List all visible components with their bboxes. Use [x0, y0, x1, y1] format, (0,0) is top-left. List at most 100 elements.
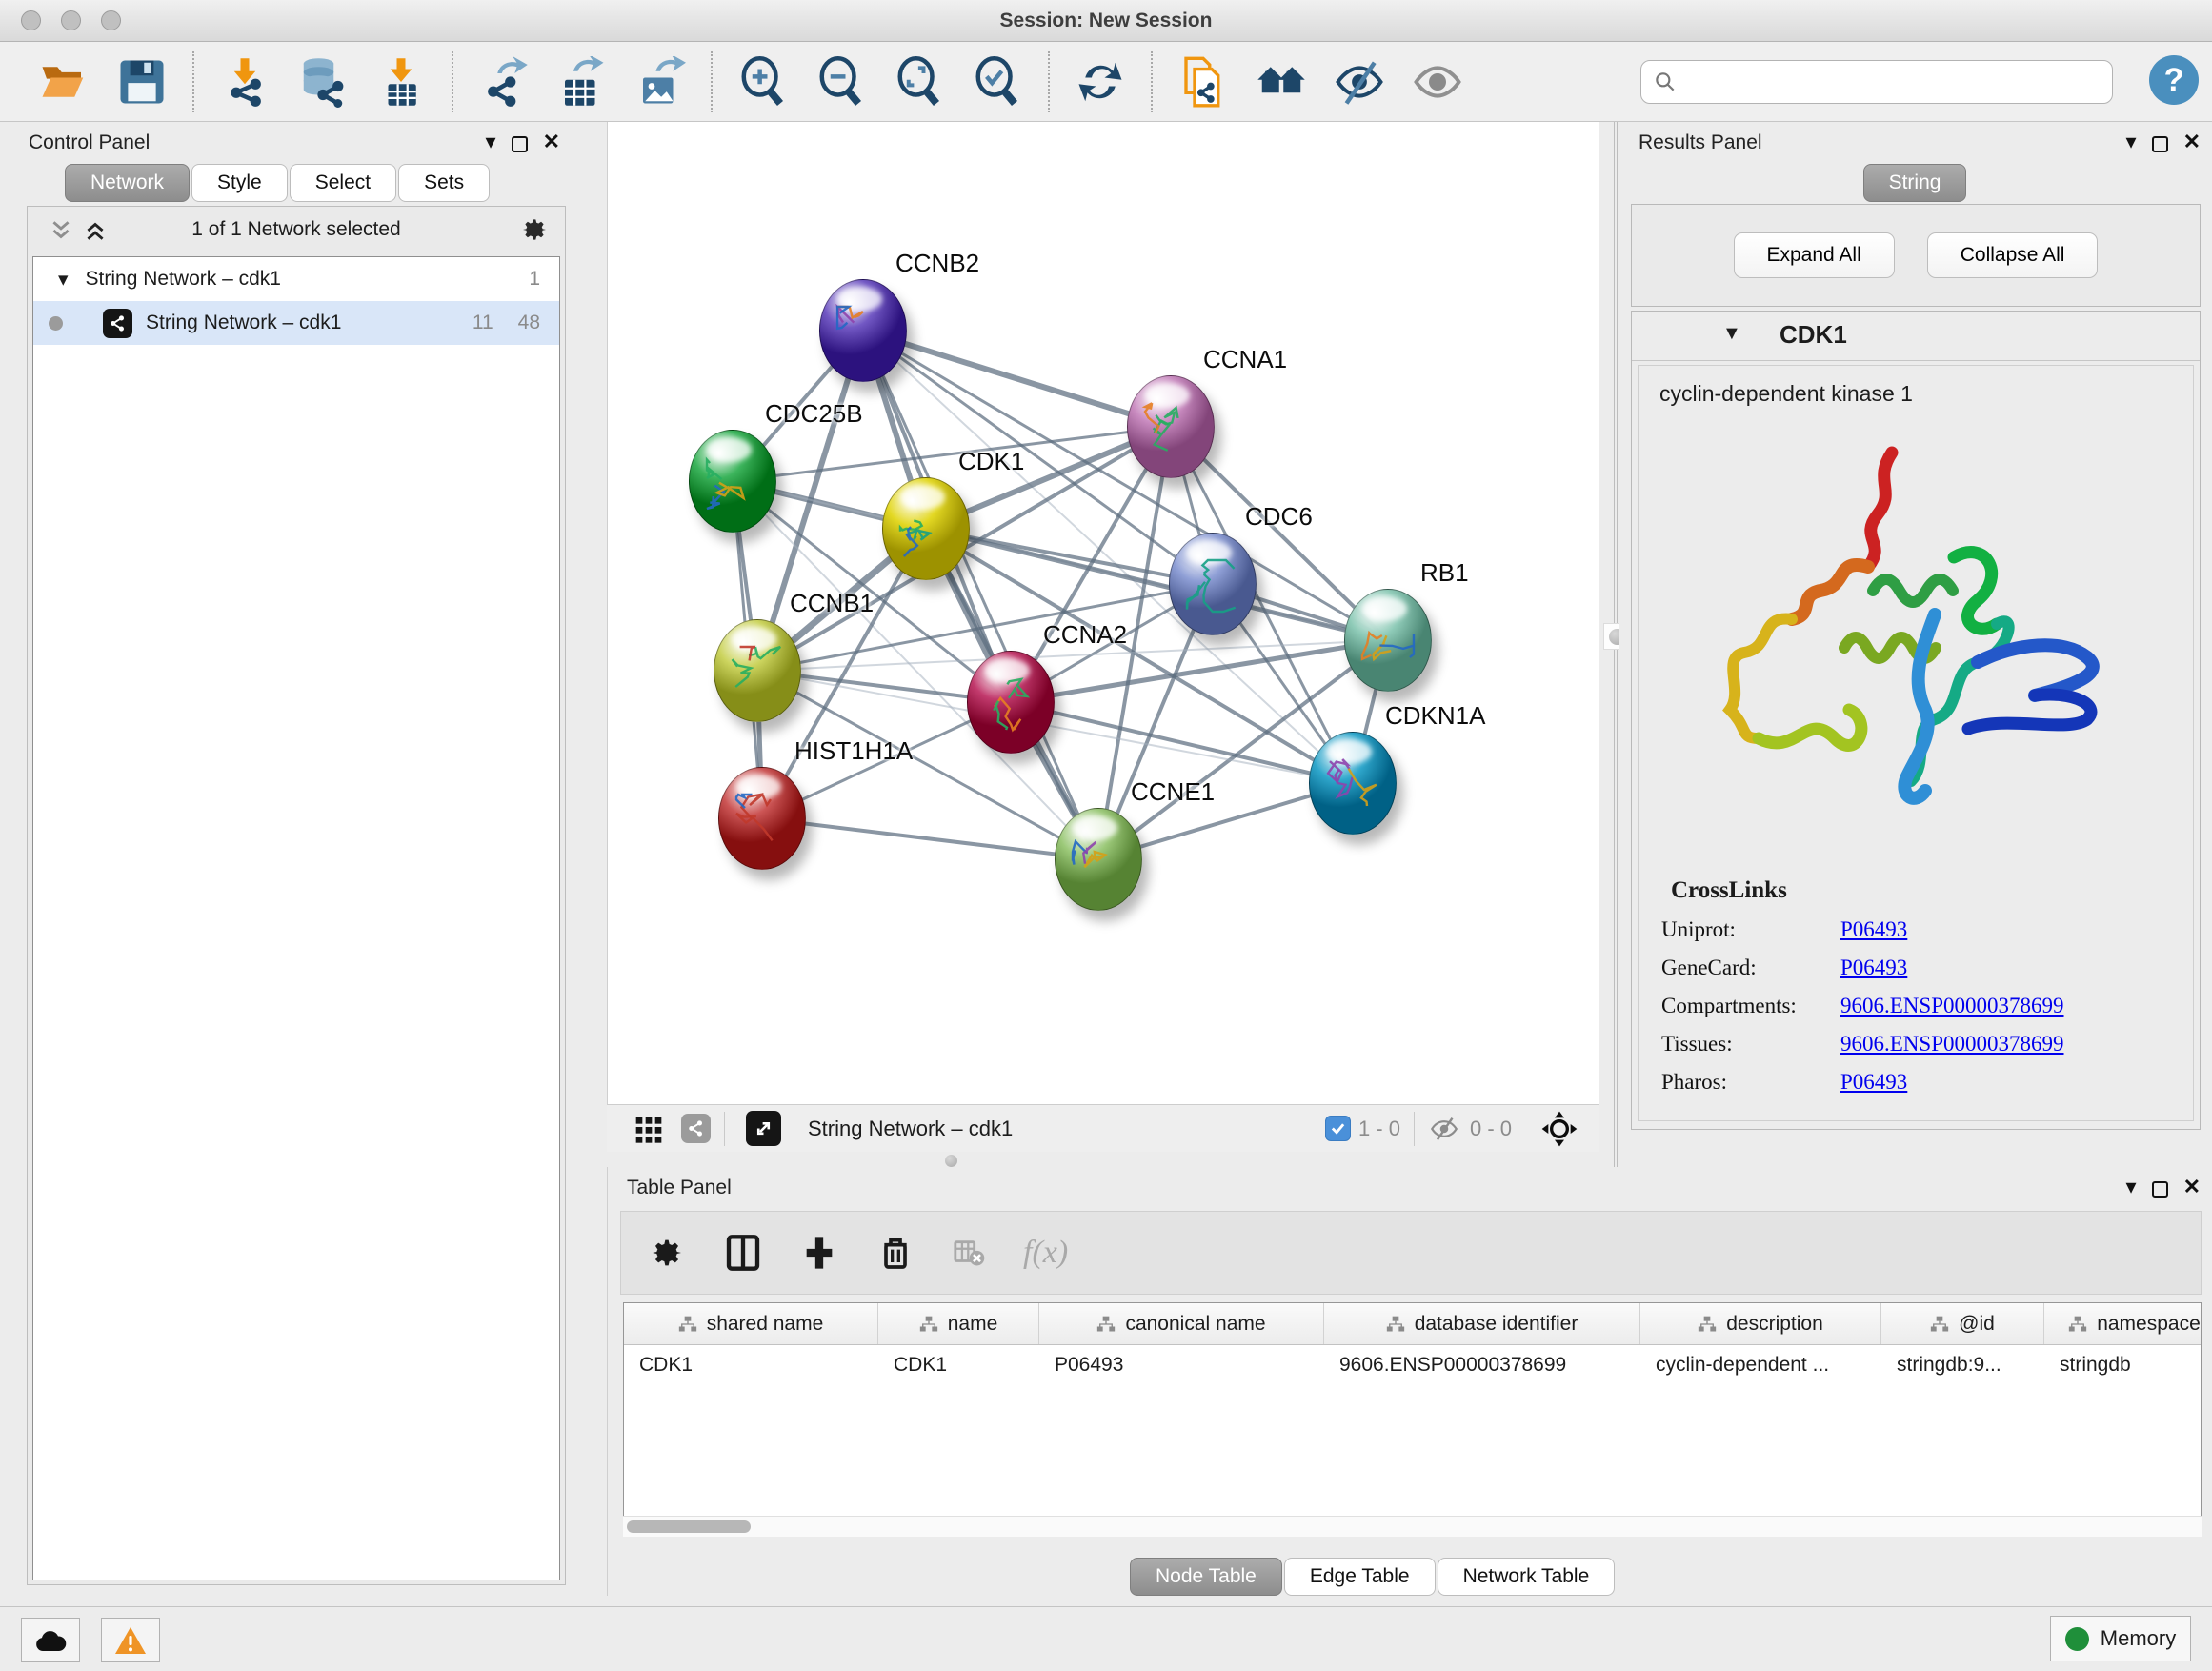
- results-panel-close-icon[interactable]: ✕: [2183, 130, 2201, 154]
- tab-network-table[interactable]: Network Table: [1438, 1558, 1616, 1596]
- column-header-description[interactable]: description: [1640, 1303, 1881, 1344]
- table-cell[interactable]: cyclin-dependent ...: [1640, 1345, 1881, 1385]
- delete-column-trash-icon[interactable]: [876, 1234, 915, 1272]
- warnings-button[interactable]: [101, 1618, 160, 1662]
- export-image-icon[interactable]: [634, 56, 686, 108]
- column-header-namespace[interactable]: namespace: [2044, 1303, 2202, 1344]
- help-icon[interactable]: ?: [2149, 55, 2199, 105]
- crosslink-pharos-[interactable]: P06493: [1840, 1070, 1907, 1095]
- table-panel-collapse-icon[interactable]: ▾: [2126, 1175, 2137, 1199]
- network-canvas[interactable]: CCNB2CCNA1CDC25BCDK1CDC6RB1CCNB1CCNA2CDK…: [607, 122, 1599, 1104]
- node-table[interactable]: shared namenamecanonical namedatabase id…: [623, 1302, 2202, 1537]
- splitter-grip-horizontal[interactable]: [938, 1155, 963, 1166]
- control-panel-float-icon[interactable]: [512, 136, 528, 152]
- status-bar: Memory: [0, 1606, 2212, 1671]
- network-edge[interactable]: [1011, 702, 1353, 783]
- network-node-cdkn1a[interactable]: [1309, 732, 1397, 835]
- table-settings-gear-icon[interactable]: [648, 1234, 686, 1272]
- grid-view-icon[interactable]: [633, 1114, 664, 1144]
- column-header-canonical-name[interactable]: canonical name: [1039, 1303, 1324, 1344]
- results-panel-float-icon[interactable]: [2152, 136, 2168, 152]
- zoom-fit-icon[interactable]: [894, 56, 945, 108]
- export-network-icon[interactable]: [478, 56, 530, 108]
- network-node-ccnb2[interactable]: [819, 279, 907, 382]
- crosslink-tissues-[interactable]: 9606.ENSP00000378699: [1840, 1032, 2064, 1057]
- status-separator: [724, 1112, 725, 1146]
- gear-icon[interactable]: [519, 214, 550, 245]
- control-panel-collapse-icon[interactable]: ▾: [486, 130, 496, 154]
- import-network-icon[interactable]: [219, 56, 271, 108]
- scrollbar-thumb[interactable]: [627, 1520, 751, 1533]
- tree-expander-icon[interactable]: ▾: [58, 268, 69, 292]
- table-cell[interactable]: stringdb: [2044, 1345, 2202, 1385]
- tab-string[interactable]: String: [1863, 164, 1967, 202]
- tab-sets[interactable]: Sets: [398, 164, 490, 202]
- tab-node-table[interactable]: Node Table: [1130, 1558, 1282, 1596]
- tab-network[interactable]: Network: [65, 164, 190, 202]
- column-header-database-identifier[interactable]: database identifier: [1324, 1303, 1640, 1344]
- network-edge[interactable]: [757, 671, 1353, 783]
- network-node-ccna1[interactable]: [1127, 375, 1215, 478]
- table-cell[interactable]: CDK1: [878, 1345, 1039, 1385]
- network-edge[interactable]: [863, 331, 1171, 427]
- hide-selected-icon[interactable]: [1334, 56, 1385, 108]
- network-node-ccna2[interactable]: [967, 651, 1055, 754]
- table-cell[interactable]: CDK1: [624, 1345, 878, 1385]
- crosslink-compartments-[interactable]: 9606.ENSP00000378699: [1840, 994, 2064, 1018]
- column-header-shared-name[interactable]: shared name: [624, 1303, 878, 1344]
- cloud-button[interactable]: [21, 1618, 80, 1662]
- network-node-rb1[interactable]: [1344, 589, 1432, 692]
- network-node-hist1h1a[interactable]: [718, 767, 806, 870]
- network-row[interactable]: String Network – cdk1 11 48: [33, 301, 559, 345]
- network-node-cdk1[interactable]: [882, 477, 970, 580]
- network-collection-row[interactable]: ▾ String Network – cdk1 1: [33, 257, 559, 301]
- column-header--id[interactable]: @id: [1881, 1303, 2044, 1344]
- gene-expander-icon[interactable]: ▼: [1722, 323, 1741, 345]
- show-columns-icon[interactable]: [724, 1234, 762, 1272]
- collapse-all-button[interactable]: Collapse All: [1927, 232, 2099, 278]
- search-box[interactable]: [1640, 60, 2113, 104]
- network-node-ccnb1[interactable]: [714, 619, 801, 722]
- selected-checkbox-icon[interactable]: [1325, 1116, 1351, 1141]
- show-all-icon[interactable]: [1412, 56, 1463, 108]
- crosslink-genecard-[interactable]: P06493: [1840, 956, 1907, 980]
- open-session-icon[interactable]: [38, 56, 90, 108]
- tab-style[interactable]: Style: [191, 164, 288, 202]
- memory-button[interactable]: Memory: [2050, 1616, 2191, 1661]
- network-node-cdc25b[interactable]: [689, 430, 776, 533]
- save-session-icon[interactable]: [116, 56, 168, 108]
- tab-select[interactable]: Select: [290, 164, 396, 202]
- table-panel-float-icon[interactable]: [2152, 1181, 2168, 1198]
- export-table-icon[interactable]: [556, 56, 608, 108]
- refresh-icon[interactable]: [1075, 56, 1126, 108]
- network-node-ccne1[interactable]: [1055, 808, 1142, 911]
- column-header-name[interactable]: name: [878, 1303, 1039, 1344]
- table-cell[interactable]: 9606.ENSP00000378699: [1324, 1345, 1640, 1385]
- create-column-icon[interactable]: [800, 1234, 838, 1272]
- zoom-selected-icon[interactable]: [972, 56, 1023, 108]
- network-edge[interactable]: [762, 818, 1098, 859]
- import-network-from-database-icon[interactable]: [297, 56, 349, 108]
- table-horizontal-scrollbar[interactable]: [623, 1516, 2202, 1537]
- expand-all-button[interactable]: Expand All: [1734, 232, 1895, 278]
- network-edge[interactable]: [926, 529, 1388, 640]
- results-panel-collapse-icon[interactable]: ▾: [2126, 130, 2137, 154]
- zoom-out-icon[interactable]: [815, 56, 867, 108]
- detach-view-icon[interactable]: [746, 1111, 781, 1146]
- network-view-icon[interactable]: [681, 1114, 711, 1143]
- control-panel-close-icon[interactable]: ✕: [543, 130, 560, 154]
- network-edge[interactable]: [863, 331, 1098, 859]
- network-node-cdc6[interactable]: [1169, 533, 1257, 635]
- table-panel-close-icon[interactable]: ✕: [2183, 1175, 2201, 1199]
- search-input[interactable]: [1678, 71, 2087, 93]
- home-layout-icon[interactable]: [1256, 56, 1307, 108]
- table-cell[interactable]: stringdb:9...: [1881, 1345, 2044, 1385]
- clone-network-icon[interactable]: [1177, 56, 1229, 108]
- birds-eye-view-icon[interactable]: [1540, 1110, 1579, 1148]
- crosslink-uniprot-[interactable]: P06493: [1840, 917, 1907, 942]
- table-cell[interactable]: P06493: [1039, 1345, 1324, 1385]
- import-table-icon[interactable]: [375, 56, 427, 108]
- tab-edge-table[interactable]: Edge Table: [1284, 1558, 1436, 1596]
- zoom-in-icon[interactable]: [737, 56, 789, 108]
- table-row[interactable]: CDK1CDK1P064939606.ENSP00000378699cyclin…: [624, 1345, 2201, 1385]
